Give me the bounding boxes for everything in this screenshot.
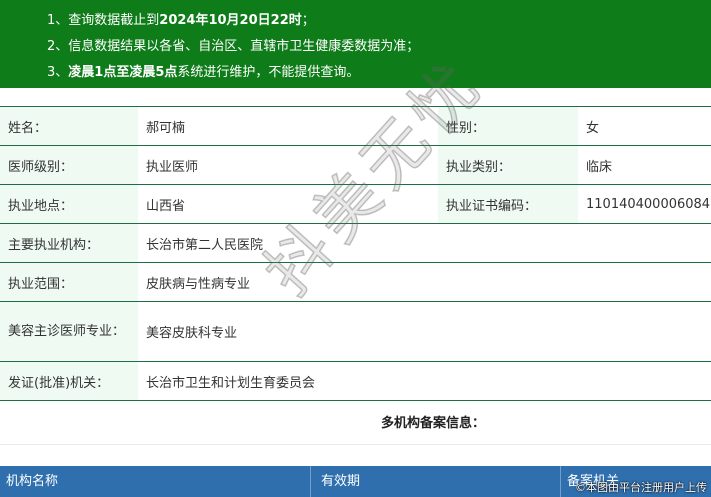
- scope-label: 执业范围：: [0, 262, 138, 302]
- upload-credit: ©本图由平台注册用户上传: [575, 481, 707, 494]
- table-row: 美容主诊医师专业： 美容皮肤科专业: [0, 301, 711, 362]
- scope-value: 皮肤病与性病专业: [138, 262, 711, 302]
- table-row: 发证(批准)机关： 长治市卫生和计划生育委员会: [0, 361, 711, 401]
- org-label: 主要执业机构：: [0, 223, 138, 263]
- column-header-validity: 有效期: [311, 466, 561, 497]
- table-row: 执业范围： 皮肤病与性病专业: [0, 262, 711, 302]
- column-header-org-name: 机构名称: [0, 466, 311, 497]
- notice-text: 系统进行维护，不能提供查询。: [177, 65, 360, 80]
- notice-highlight: 2024年10月20日22时: [159, 13, 302, 28]
- notice-banner: 1、查询数据截止到2024年10月20日22时； 2、信息数据结果以各省、自治区…: [0, 0, 711, 88]
- divider: [0, 444, 711, 465]
- table-row: 执业地点： 山西省 执业证书编码： 110140400006084: [0, 184, 711, 224]
- cosmetic-label: 美容主诊医师专业：: [0, 301, 138, 362]
- table-row: 姓名： 郝可楠 性别： 女: [0, 106, 711, 146]
- cosmetic-value: 美容皮肤科专业: [138, 301, 711, 362]
- notice-text: ；: [301, 13, 315, 28]
- gender-value: 女: [578, 106, 711, 146]
- level-value: 执业医师: [138, 145, 438, 185]
- location-value: 山西省: [138, 184, 438, 224]
- notice-line-1: 1、查询数据截止到2024年10月20日22时；: [47, 8, 711, 34]
- gender-label: 性别：: [438, 106, 578, 146]
- cert-label: 执业证书编码：: [438, 184, 578, 224]
- notice-line-3: 3、凌晨1点至凌晨5点系统进行维护，不能提供查询。: [47, 60, 711, 86]
- level-label: 医师级别：: [0, 145, 138, 185]
- issuer-value: 长治市卫生和计划生育委员会: [138, 361, 711, 401]
- cert-value: 110140400006084: [578, 184, 711, 224]
- category-label: 执业类别：: [438, 145, 578, 185]
- name-value: 郝可楠: [138, 106, 438, 146]
- category-value: 临床: [578, 145, 711, 185]
- name-label: 姓名：: [0, 106, 138, 146]
- notice-highlight: 凌晨1点至凌晨5点: [68, 65, 178, 80]
- table-row: 主要执业机构： 长治市第二人民医院: [0, 223, 711, 263]
- table-row: 医师级别： 执业医师 执业类别： 临床: [0, 145, 711, 185]
- notice-line-2: 2、信息数据结果以各省、自治区、直辖市卫生健康委数据为准；: [47, 39, 420, 54]
- org-value: 长治市第二人民医院: [138, 223, 711, 263]
- notice-text: 3、: [47, 65, 69, 80]
- notice-text: 1、查询数据截止到: [47, 13, 160, 28]
- location-label: 执业地点：: [0, 184, 138, 224]
- doctor-info-table: 姓名： 郝可楠 性别： 女 医师级别： 执业医师 执业类别： 临床 执业地点： …: [0, 106, 711, 401]
- issuer-label: 发证(批准)机关：: [0, 361, 138, 401]
- multi-org-title: 多机构备案信息：: [380, 416, 485, 431]
